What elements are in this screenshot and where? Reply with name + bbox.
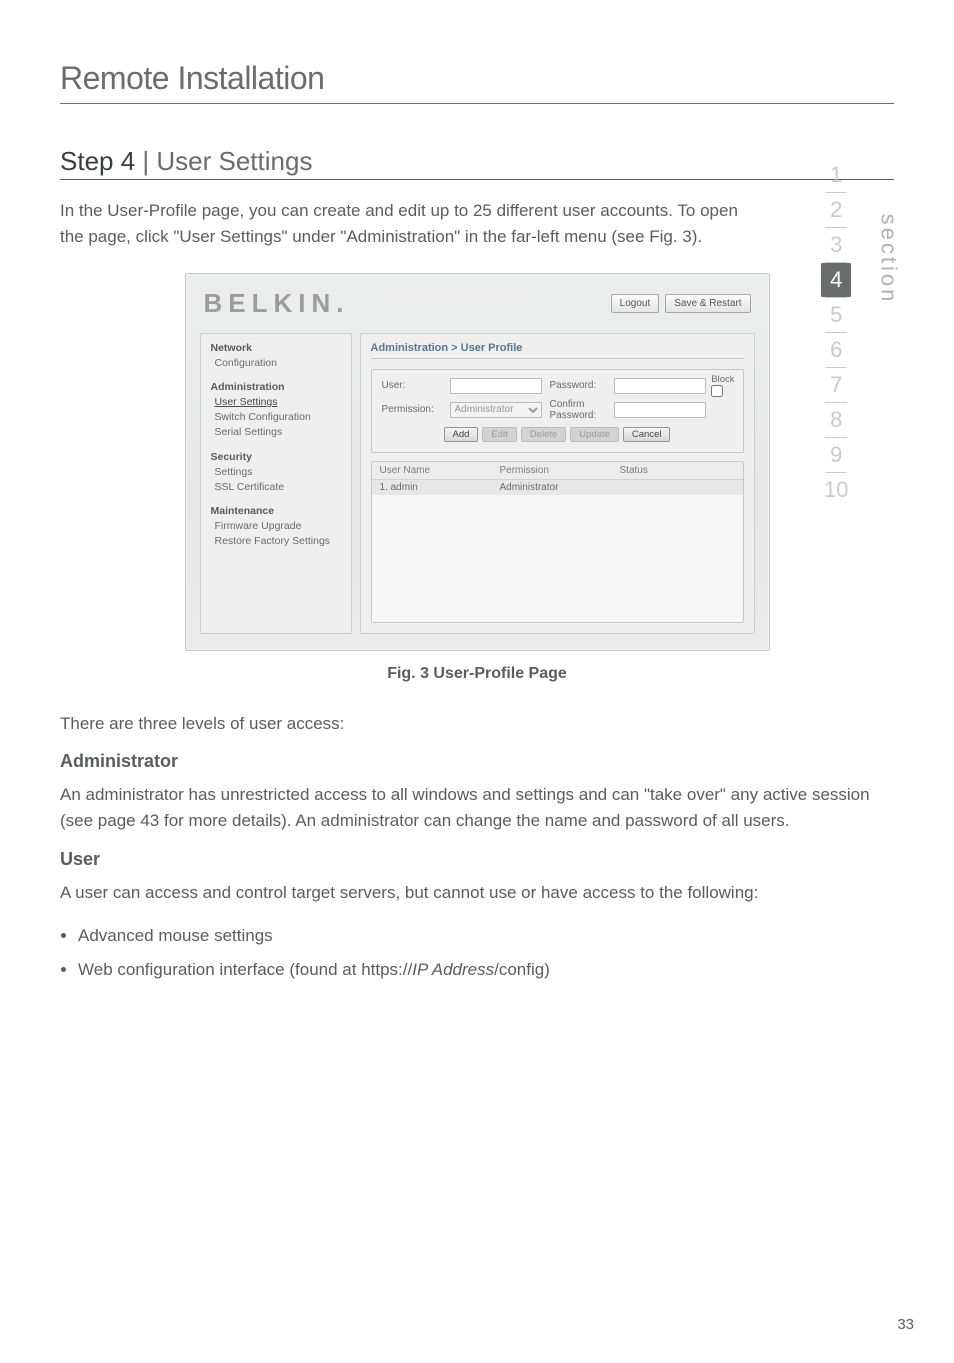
table-header-permission: Permission: [500, 465, 620, 476]
nav-2[interactable]: 2: [821, 193, 851, 227]
table-cell-perm: Administrator: [500, 482, 620, 493]
nav-9[interactable]: 9: [821, 438, 851, 472]
page-title: Remote Installation: [60, 60, 894, 97]
bullet-2-post: /config): [494, 960, 550, 979]
table-header-user: User Name: [380, 465, 500, 476]
step-heading: Step 4 | User Settings: [60, 146, 894, 177]
section-label: section: [876, 214, 902, 305]
figure-caption: Fig. 3 User-Profile Page: [60, 665, 894, 683]
table-header-status: Status: [620, 465, 735, 476]
step-rule: [60, 179, 894, 180]
table-cell-stat: [620, 482, 735, 493]
bullet-list: Advanced mouse settings Web configuratio…: [78, 920, 894, 987]
confirm-password-input[interactable]: [614, 402, 706, 418]
user-label: User:: [382, 380, 442, 391]
user-body: A user can access and control target ser…: [60, 880, 894, 906]
nav-5[interactable]: 5: [821, 298, 851, 332]
nav-8[interactable]: 8: [821, 403, 851, 437]
bullet-2-pre: Web configuration interface (found at ht…: [78, 960, 412, 979]
user-fieldset: Block User: Password: Permission: Admini…: [371, 369, 744, 453]
brand-logo: BELKIN.: [204, 288, 350, 319]
sidebar-item-serial-settings[interactable]: Serial Settings: [215, 425, 341, 440]
user-input[interactable]: [450, 378, 542, 394]
title-rule: [60, 103, 894, 104]
sidebar-item-restore-factory[interactable]: Restore Factory Settings: [215, 534, 341, 549]
nav-10[interactable]: 10: [821, 473, 851, 507]
sidebar-item-configuration[interactable]: Configuration: [215, 356, 341, 371]
logout-button[interactable]: Logout: [611, 294, 660, 313]
chapter-nav: 1 2 3 4 5 6 7 8 9 10: [821, 158, 851, 507]
step-post: User Settings: [156, 146, 312, 176]
page-number: 33: [897, 1316, 914, 1333]
user-profile-screenshot: BELKIN. Logout Save & Restart Network Co…: [185, 273, 770, 651]
sidebar-head-administration: Administration: [211, 381, 341, 393]
cancel-button[interactable]: Cancel: [623, 427, 671, 442]
levels-text: There are three levels of user access:: [60, 711, 894, 737]
bullet-1: Advanced mouse settings: [78, 920, 894, 952]
nav-4[interactable]: 4: [821, 263, 851, 297]
update-button[interactable]: Update: [570, 427, 619, 442]
table-cell-user: 1. admin: [380, 482, 500, 493]
intro-text: In the User-Profile page, you can create…: [60, 198, 760, 251]
step-pre: Step 4: [60, 146, 142, 176]
nav-1[interactable]: 1: [821, 158, 851, 192]
sidebar-item-firmware[interactable]: Firmware Upgrade: [215, 519, 341, 534]
step-sep: |: [142, 146, 156, 176]
nav-7[interactable]: 7: [821, 368, 851, 402]
confirm-password-label: Confirm Password:: [550, 399, 606, 421]
add-button[interactable]: Add: [444, 427, 479, 442]
sidebar-item-ssl-cert[interactable]: SSL Certificate: [215, 480, 341, 495]
sidebar-item-switch-config[interactable]: Switch Configuration: [215, 410, 341, 425]
administrator-heading: Administrator: [60, 751, 894, 772]
main-panel: Administration > User Profile Block User…: [360, 333, 755, 634]
panel-title: Administration > User Profile: [371, 342, 744, 359]
block-checkbox[interactable]: [711, 385, 723, 397]
delete-button[interactable]: Delete: [521, 427, 566, 442]
sidebar-head-network: Network: [211, 342, 341, 354]
table-row[interactable]: 1. admin Administrator: [372, 480, 743, 495]
user-table: User Name Permission Status 1. admin Adm…: [371, 461, 744, 623]
permission-label: Permission:: [382, 404, 442, 415]
sidebar-head-maintenance: Maintenance: [211, 505, 341, 517]
password-input[interactable]: [614, 378, 706, 394]
user-heading: User: [60, 849, 894, 870]
save-restart-button[interactable]: Save & Restart: [665, 294, 750, 313]
sidebar: Network Configuration Administration Use…: [200, 333, 352, 634]
permission-select[interactable]: Administrator: [450, 402, 542, 418]
bullet-2-italic: IP Address: [412, 960, 494, 979]
bullet-2: Web configuration interface (found at ht…: [78, 954, 894, 986]
nav-6[interactable]: 6: [821, 333, 851, 367]
edit-button[interactable]: Edit: [482, 427, 516, 442]
nav-3[interactable]: 3: [821, 228, 851, 262]
password-label: Password:: [550, 380, 606, 391]
administrator-body: An administrator has unrestricted access…: [60, 782, 894, 835]
sidebar-item-settings[interactable]: Settings: [215, 465, 341, 480]
sidebar-item-user-settings[interactable]: User Settings: [215, 395, 341, 410]
block-label: Block: [711, 374, 734, 385]
sidebar-head-security: Security: [211, 451, 341, 463]
